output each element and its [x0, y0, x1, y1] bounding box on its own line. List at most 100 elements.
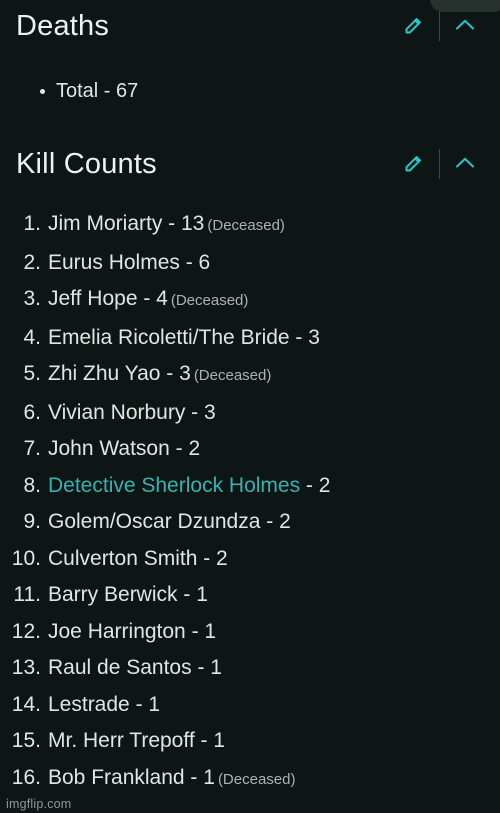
list-item-count: - 1 — [185, 619, 217, 643]
section-header-deaths: Deaths — [0, 0, 500, 52]
list-item-body: Eurus Holmes - 6 — [48, 245, 500, 282]
list-item-count: - 2 — [260, 510, 291, 533]
list-item: 8. Detective Sherlock Holmes - 2 — [0, 468, 500, 505]
list-item-count: - 1 — [129, 692, 161, 716]
list-item-name: Barry Berwick — [48, 583, 178, 606]
list-item-name: Eurus Holmes — [48, 250, 180, 274]
list-item-name: Zhi Zhu Yao — [48, 362, 161, 385]
list-item-count: - 2 — [169, 437, 201, 460]
list-item-body: Golem/Oscar Dzundza - 2 — [48, 504, 500, 541]
list-item: 6. Vivian Norbury - 3 — [0, 395, 500, 432]
list-item-count: - 3 — [289, 325, 320, 349]
header-actions-deaths — [393, 7, 486, 45]
list-item: 15. Mr. Herr Trepoff - 1 — [0, 723, 500, 760]
list-item: 10. Culverton Smith - 2 — [0, 541, 500, 578]
list-item-number: 5. — [23, 362, 41, 385]
list-item: 1. Jim Moriarty - 13 (Deceased) — [0, 206, 500, 245]
watermark: imgflip.com — [6, 797, 72, 811]
list-item-count: - 3 — [185, 400, 216, 424]
list-item-number: 4. — [23, 325, 41, 349]
list-item-number: 8. — [23, 473, 41, 497]
list-item-number: 12. — [11, 619, 41, 643]
collapse-button-kill-counts[interactable] — [444, 145, 486, 183]
status-badge: (Deceased) — [193, 367, 272, 384]
list-item-count: - 1 — [184, 765, 215, 789]
list-item-name: Jeff Hope — [48, 287, 138, 310]
list-item-body: Jim Moriarty - 13 (Deceased) — [48, 206, 500, 245]
list-item: 16. Bob Frankland - 1 (Deceased) — [0, 760, 500, 799]
list-item-body: Bob Frankland - 1 (Deceased) — [48, 760, 500, 799]
list-item-body: Zhi Zhu Yao - 3 (Deceased) — [48, 356, 500, 395]
list-item-name: Raul de Santos — [48, 656, 192, 679]
list-item-body: Mr. Herr Trepoff - 1 — [48, 723, 500, 760]
list-item-count: - 1 — [194, 729, 225, 752]
edit-button-kill-counts[interactable] — [393, 145, 435, 183]
list-item-body: Joe Harrington - 1 — [48, 614, 500, 651]
list-item-name: Bob Frankland — [48, 765, 185, 789]
list-item-name: Mr. Herr Trepoff — [48, 729, 195, 752]
list-item-number: 13. — [11, 656, 41, 679]
list-item-body: John Watson - 2 — [48, 431, 500, 468]
page-title-kill-counts: Kill Counts — [16, 148, 157, 180]
kill-counts-list: 1. Jim Moriarty - 13 (Deceased) 2. Eurus Hol… — [0, 206, 500, 798]
list-item-body: Raul de Santos - 1 — [48, 650, 500, 687]
collapse-button-deaths[interactable] — [444, 7, 486, 45]
list-item-body: Lestrade - 1 — [48, 687, 500, 724]
list-item-body: Barry Berwick - 1 — [48, 577, 500, 614]
list-item: 2. Eurus Holmes - 6 — [0, 245, 500, 282]
list-item-name: John Watson — [48, 437, 170, 460]
header-divider-deaths — [439, 11, 440, 41]
page-root: Deaths Total - 67 Kill Counts 1. Jim Mor… — [0, 0, 500, 813]
list-item-count: - 4 — [137, 287, 168, 310]
list-item: 12. Joe Harrington - 1 — [0, 614, 500, 651]
list-item-count: - 1 — [177, 583, 208, 606]
status-badge: (Deceased) — [207, 217, 285, 234]
list-item-body: Detective Sherlock Holmes - 2 — [48, 468, 500, 505]
list-item: 7. John Watson - 2 — [0, 431, 500, 468]
list-item-number: 1. — [23, 212, 41, 235]
list-item-body: Vivian Norbury - 3 — [48, 395, 500, 432]
pencil-icon — [402, 151, 426, 178]
list-item-name: Emelia Ricoletti/The Bride — [48, 325, 290, 349]
list-item-number: 14. — [11, 692, 41, 716]
list-item-count: - 3 — [160, 362, 191, 385]
list-item: 11. Barry Berwick - 1 — [0, 577, 500, 614]
list-item-count: - 13 — [162, 212, 205, 235]
edit-button-deaths[interactable] — [393, 7, 435, 45]
list-item: Total - 67 — [0, 78, 500, 104]
list-item-body: Emelia Ricoletti/The Bride - 3 — [48, 320, 500, 357]
list-item-number: 10. — [11, 546, 41, 570]
pencil-icon — [402, 13, 426, 40]
chevron-up-icon — [452, 12, 478, 41]
list-item-number: 3. — [23, 287, 41, 310]
header-divider-kill-counts — [439, 149, 440, 179]
list-item-body: Culverton Smith - 2 — [48, 541, 500, 578]
list-item-number: 11. — [13, 583, 41, 606]
list-item-link[interactable]: Detective Sherlock Holmes — [48, 474, 300, 497]
list-item-body: Jeff Hope - 4 (Deceased) — [48, 281, 500, 320]
list-item-name: Vivian Norbury — [48, 400, 186, 424]
list-item-count: - 2 — [197, 546, 228, 570]
list-item-number: 7. — [23, 437, 41, 460]
list-item: 3. Jeff Hope - 4 (Deceased) — [0, 281, 500, 320]
chevron-up-icon — [452, 150, 478, 179]
list-item-number: 6. — [23, 400, 41, 424]
list-item-number: 16. — [11, 765, 41, 789]
status-badge: (Deceased) — [170, 292, 249, 309]
deaths-bullet-list: Total - 67 — [0, 78, 500, 104]
section-header-kill-counts: Kill Counts — [0, 138, 500, 190]
list-item-number: 15. — [11, 729, 41, 752]
list-item-count: - 1 — [191, 656, 222, 679]
list-item-name: Lestrade — [48, 692, 130, 716]
list-item-number: 9. — [23, 510, 41, 533]
list-item-name: Culverton Smith — [48, 546, 198, 570]
list-item-count: - 2 — [300, 473, 331, 497]
list-item: 14. Lestrade - 1 — [0, 687, 500, 724]
list-item-number: 2. — [23, 250, 41, 274]
list-item: 9. Golem/Oscar Dzundza - 2 — [0, 504, 500, 541]
status-badge: (Deceased) — [217, 770, 296, 788]
list-item-name: Jim Moriarty — [48, 212, 163, 235]
